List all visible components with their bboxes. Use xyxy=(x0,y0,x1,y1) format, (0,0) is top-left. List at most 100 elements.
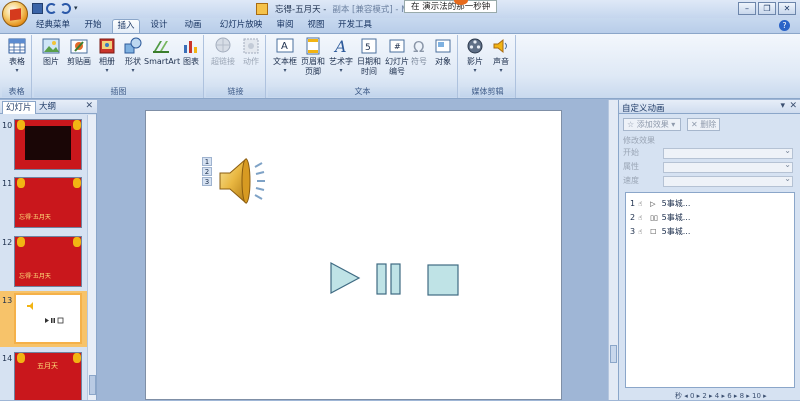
slides-pane-scrollbar[interactable] xyxy=(87,115,96,400)
redo-icon[interactable] xyxy=(60,3,71,14)
group-label-text: 文本 xyxy=(268,87,457,97)
pause-icon[interactable] xyxy=(376,263,402,295)
start-select[interactable] xyxy=(663,146,793,159)
chart-button[interactable]: 图表 xyxy=(176,37,206,67)
task-pane-menu-icon[interactable]: ▾ xyxy=(780,101,785,111)
object-icon xyxy=(435,39,451,53)
animation-index: 3 xyxy=(630,227,636,236)
tab-animations[interactable]: 动画 xyxy=(178,19,208,33)
svg-text:A: A xyxy=(333,37,347,55)
tab-outline[interactable]: 大纲 xyxy=(36,101,59,114)
clipart-icon xyxy=(70,39,88,54)
lantern-icon xyxy=(73,178,81,188)
sound-button[interactable]: 声音 ▾ xyxy=(486,37,516,74)
animation-item[interactable]: 3 ☝ ☐ 5事城... xyxy=(630,226,690,237)
tab-review[interactable]: 审阅 xyxy=(270,19,300,33)
task-pane-header: 自定义动画 ▾ ✕ xyxy=(619,100,800,114)
symbol-button-label: 符号 xyxy=(411,57,427,66)
add-effect-button[interactable]: ☆ 添加效果 ▾ xyxy=(623,118,681,131)
slide-thumbnail[interactable]: 忘得·五月天 xyxy=(14,177,82,228)
slide-number-label-2: 编号 xyxy=(389,67,405,76)
scrollbar-thumb[interactable] xyxy=(89,375,96,395)
wordart-button-label: 艺术字 xyxy=(329,57,353,66)
lantern-icon xyxy=(17,178,25,188)
close-icon[interactable]: ✕ xyxy=(85,101,93,111)
play-icon[interactable] xyxy=(329,261,361,295)
group-label-table: 表格 xyxy=(2,87,31,97)
slide-caption: 五月天 xyxy=(37,362,58,370)
restore-button[interactable]: ❐ xyxy=(758,2,776,15)
object-button[interactable]: 对象 xyxy=(428,37,458,67)
smartart-button[interactable]: SmartArt xyxy=(144,37,181,67)
animation-index: 1 xyxy=(630,199,636,208)
svg-text:Ω: Ω xyxy=(413,38,424,55)
hyperlink-button[interactable]: 超链接 xyxy=(208,37,238,67)
add-effect-label: 添加效果 xyxy=(636,120,669,129)
animation-tag[interactable]: 1 xyxy=(202,157,212,166)
title-bar: ▾ 忘得-五月天 -副本 [兼容模式] - Microsoft PowerPoi… xyxy=(0,0,800,27)
slide-thumbnail-selected[interactable] xyxy=(14,293,82,344)
remove-button[interactable]: ✕ 删除 xyxy=(687,118,721,131)
speaker-icon[interactable] xyxy=(216,153,276,209)
close-button[interactable]: ✕ xyxy=(778,2,796,15)
tab-slides[interactable]: 幻灯片 xyxy=(2,101,36,114)
tab-insert[interactable]: 插入 xyxy=(112,19,140,33)
tab-view[interactable]: 视图 xyxy=(302,19,330,33)
animation-item[interactable]: 2 ☝ ▯▯ 5事城... xyxy=(630,212,690,223)
header-footer-button[interactable]: 页眉和 页脚 xyxy=(298,37,328,77)
tab-design[interactable]: 设计 xyxy=(144,19,174,33)
tooltip: 在 演示法的那一秒钟 xyxy=(404,0,498,13)
slide-thumbnail[interactable]: 忘得·五月天 xyxy=(14,236,82,287)
textbox-button-label: 文本框 xyxy=(273,57,297,66)
slide-thumbnail[interactable]: 五月天 xyxy=(14,352,82,400)
tab-developer[interactable]: 开发工具 xyxy=(334,19,376,33)
tab-classic-menu[interactable]: 经典菜单 xyxy=(30,19,76,33)
clipart-button[interactable]: 剪贴画 xyxy=(64,37,94,67)
slide-number: 14 xyxy=(2,354,13,363)
wordart-button[interactable]: A 艺术字 ▾ xyxy=(326,37,356,74)
property-select[interactable] xyxy=(663,160,793,173)
textbox-button[interactable]: A 文本框 ▾ xyxy=(270,37,300,74)
speed-select[interactable] xyxy=(663,174,793,187)
close-icon[interactable]: ✕ xyxy=(789,101,797,111)
save-icon[interactable] xyxy=(32,3,43,14)
customize-quick-access-icon[interactable]: ▾ xyxy=(74,3,80,14)
animation-item[interactable]: 1 ☝ ▷ 5事城... xyxy=(630,198,690,209)
calendar-icon: 5 xyxy=(361,38,377,54)
action-button[interactable]: 动作 xyxy=(236,37,266,67)
animation-label: 5事城... xyxy=(661,199,691,208)
object-button-label: 对象 xyxy=(435,57,451,66)
animation-list: 1 ☝ ▷ 5事城... 2 ☝ ▯▯ 5事城... 3 ☝ ☐ 5事城... xyxy=(625,192,795,388)
clipart-button-label: 剪贴画 xyxy=(67,57,91,66)
stop-icon[interactable] xyxy=(427,264,459,296)
timeline-ruler[interactable]: 秒 ◂ 0 ▸ 2 ▸ 4 ▸ 6 ▸ 8 ▸ 10 ▸ xyxy=(619,391,800,400)
animation-tag[interactable]: 2 xyxy=(202,167,212,176)
tab-slideshow[interactable]: 幻灯片放映 xyxy=(212,19,270,33)
header-footer-label-2: 页脚 xyxy=(305,67,321,76)
chevron-down-icon: ▾ xyxy=(283,67,287,74)
mouse-click-icon: ☝ xyxy=(638,200,643,208)
svg-text:A: A xyxy=(281,41,288,52)
slide-caption: 忘得·五月天 xyxy=(19,273,51,280)
scrollbar-thumb[interactable] xyxy=(610,345,617,363)
smartart-button-label: SmartArt xyxy=(144,57,181,66)
slide-thumbnail[interactable] xyxy=(14,119,82,170)
svg-text:5: 5 xyxy=(365,43,371,53)
picture-button[interactable]: 图片 xyxy=(36,37,66,67)
tab-home[interactable]: 开始 xyxy=(78,19,108,33)
slide-number: 11 xyxy=(2,179,13,188)
minimize-button[interactable]: – xyxy=(738,2,756,15)
slide-editing-area: 1 2 3 xyxy=(98,100,608,400)
help-icon[interactable]: ? xyxy=(779,20,790,31)
datetime-button[interactable]: 5 日期和 时间 xyxy=(354,37,384,77)
slide-canvas[interactable]: 1 2 3 xyxy=(145,110,562,400)
slide-scrollbar[interactable] xyxy=(608,100,618,400)
undo-icon[interactable] xyxy=(46,3,57,14)
office-button[interactable] xyxy=(2,1,28,27)
mouse-click-icon: ☝ xyxy=(638,214,643,222)
animation-tag[interactable]: 3 xyxy=(202,177,212,186)
movie-button-label: 影片 xyxy=(467,57,483,66)
slide-number: 10 xyxy=(2,121,13,130)
table-button[interactable]: 表格 ▾ xyxy=(2,37,32,74)
slide-number: 13 xyxy=(2,296,13,305)
